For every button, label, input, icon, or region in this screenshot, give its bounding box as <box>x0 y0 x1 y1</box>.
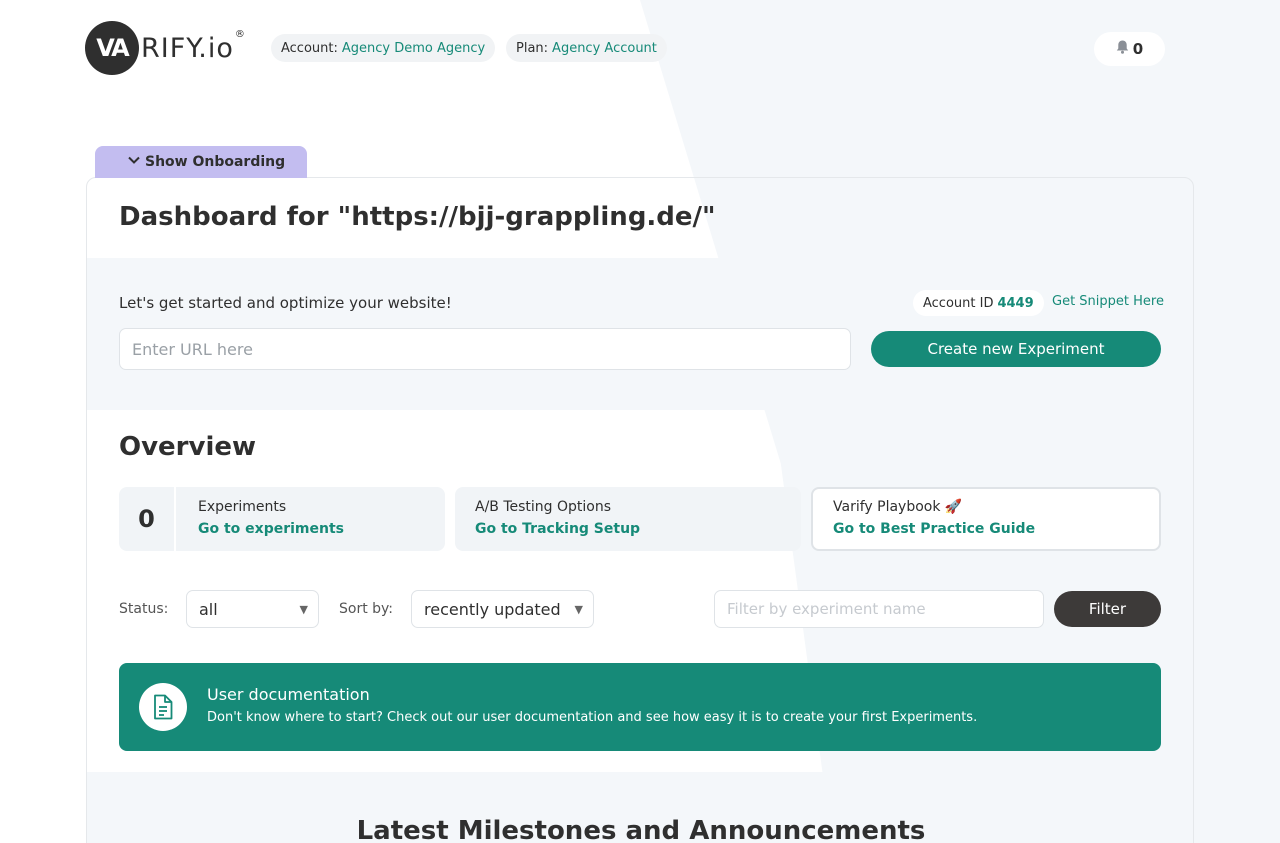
plan-value: Agency Account <box>552 40 657 56</box>
ab-testing-options-card[interactable]: A/B Testing Options Go to Tracking Setup <box>455 487 801 551</box>
notifications-button[interactable]: 0 <box>1094 32 1165 66</box>
doc-banner-title: User documentation <box>207 685 370 704</box>
get-started-section: Let's get started and optimize your webs… <box>87 258 1193 410</box>
playbook-card-title: Varify Playbook 🚀 <box>833 499 963 515</box>
go-to-experiments-link[interactable]: Go to experiments <box>198 521 344 537</box>
document-icon <box>139 683 187 731</box>
account-label: Account: <box>281 40 338 56</box>
varify-playbook-card[interactable]: Varify Playbook 🚀 Go to Best Practice Gu… <box>811 487 1161 551</box>
notifications-count: 0 <box>1132 40 1144 58</box>
account-id-value: 4449 <box>997 295 1034 311</box>
get-started-text: Let's get started and optimize your webs… <box>119 294 452 312</box>
status-label: Status: <box>119 601 169 617</box>
user-documentation-banner[interactable]: User documentation Don't know where to s… <box>119 663 1161 751</box>
experiment-name-filter-input[interactable] <box>714 590 1044 628</box>
bell-icon <box>1116 40 1129 58</box>
account-id-label: Account ID <box>923 295 994 311</box>
sort-by-label: Sort by: <box>339 601 394 617</box>
show-onboarding-tab[interactable]: Show Onboarding <box>95 146 307 178</box>
experiments-card[interactable]: 0 Experiments Go to experiments <box>119 487 445 551</box>
account-pill[interactable]: Account: Agency Demo Agency <box>271 34 496 62</box>
overview-title: Overview <box>119 432 257 462</box>
experiments-count: 0 <box>119 487 176 551</box>
get-snippet-link[interactable]: Get Snippet Here <box>1052 294 1164 309</box>
top-bar: VA RIFY.io ® Account: Agency Demo Agency… <box>0 0 1280 100</box>
milestones-section: Latest Milestones and Announcements <box>87 772 1193 843</box>
create-experiment-button[interactable]: Create new Experiment <box>871 331 1161 367</box>
url-input[interactable] <box>119 328 851 370</box>
logo-text: RIFY.io <box>141 32 234 64</box>
doc-banner-text: Don't know where to start? Check out our… <box>207 710 978 725</box>
ab-testing-card-title: A/B Testing Options <box>475 499 612 515</box>
filter-button[interactable]: Filter <box>1054 591 1161 627</box>
dashboard-panel: Dashboard for "https://bjj-grappling.de/… <box>86 177 1194 843</box>
varify-logo[interactable]: VA RIFY.io ® <box>85 21 245 75</box>
go-to-tracking-setup-link[interactable]: Go to Tracking Setup <box>475 521 640 537</box>
milestones-title: Latest Milestones and Announcements <box>356 816 926 843</box>
go-to-best-practice-guide-link[interactable]: Go to Best Practice Guide <box>833 521 1035 537</box>
show-onboarding-label: Show Onboarding <box>145 154 286 170</box>
plan-pill[interactable]: Plan: Agency Account <box>506 34 667 62</box>
status-select[interactable]: all ▼ <box>186 590 319 628</box>
account-value: Agency Demo Agency <box>341 40 486 56</box>
page-title: Dashboard for "https://bjj-grappling.de/… <box>119 202 716 232</box>
caret-down-icon: ▼ <box>299 603 308 616</box>
sort-by-select[interactable]: recently updated ▼ <box>411 590 594 628</box>
experiments-card-title: Experiments <box>198 499 287 515</box>
caret-down-icon: ▼ <box>574 603 583 616</box>
logo-mark: VA <box>85 21 139 75</box>
logo-registered-mark: ® <box>234 28 245 40</box>
account-id-badge: Account ID 4449 <box>913 290 1044 316</box>
chevron-down-icon <box>127 153 141 171</box>
status-select-value: all <box>199 599 218 619</box>
plan-label: Plan: <box>516 40 549 56</box>
sort-by-select-value: recently updated <box>424 599 561 619</box>
